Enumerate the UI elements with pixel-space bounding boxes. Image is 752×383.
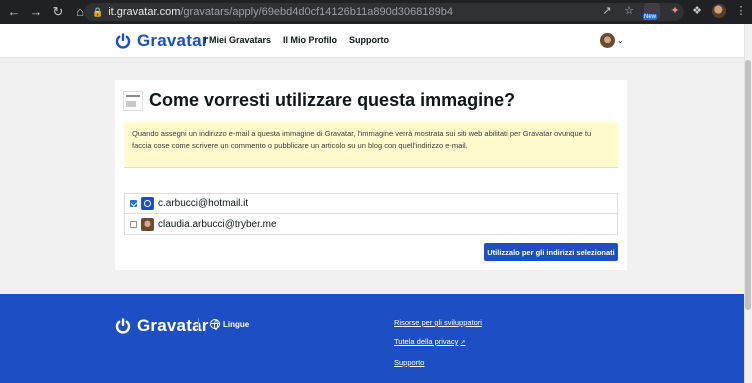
nav-my-profile[interactable]: Il Mio Profilo	[283, 35, 337, 45]
back-arrow-icon[interactable]: ←	[6, 4, 22, 20]
scrollbar-thumb[interactable]	[745, 60, 751, 310]
chevron-down-icon: ⌄	[617, 36, 624, 45]
info-notice: Quando assegni un indirizzo e-mail a que…	[124, 122, 618, 167]
email-checkbox-tryber[interactable]	[130, 220, 137, 228]
email-row-hotmail[interactable]: c.arbucci@hotmail.it	[125, 194, 617, 214]
footer-gravatar-logo[interactable]: Gravatar	[115, 316, 209, 336]
external-link-icon: ↗	[460, 340, 466, 346]
link-developer-resources[interactable]: Risorse per gli sviluppatori	[394, 318, 482, 327]
url-path: /gravatars/apply/69ebd4d0cf14126b11a890d…	[180, 6, 453, 18]
link-privacy[interactable]: Tutela della privacy ↗	[394, 337, 482, 348]
lock-icon: 🔒	[92, 6, 104, 17]
main-nav: I Miei Gravatars Il Mio Profilo Supporto	[204, 35, 389, 45]
email-list: c.arbucci@hotmail.it claudia.arbucci@try…	[124, 193, 618, 235]
email-row-tryber[interactable]: claudia.arbucci@tryber.me	[125, 214, 617, 234]
globe-icon	[210, 319, 220, 330]
site-header: Gravatar I Miei Gravatars Il Mio Profilo…	[0, 24, 744, 58]
card-heading: Come vorresti utilizzare questa immagine…	[123, 90, 515, 111]
url-host: it.gravatar.com	[108, 6, 181, 18]
gravatar-logo-icon	[115, 318, 131, 334]
logo-text: Gravatar	[137, 31, 209, 50]
nav-my-gravatars[interactable]: I Miei Gravatars	[204, 35, 271, 45]
site-footer: Gravatar Lingue Risorse per gli sviluppa…	[0, 294, 744, 383]
link-privacy-label: Tutela della privacy	[394, 337, 459, 346]
browser-toolbar: ← → ↻ ⌂ 🔒 it.gravatar.com/gravatars/appl…	[0, 0, 752, 24]
email-address: claudia.arbucci@tryber.me	[158, 218, 277, 230]
bookmark-star-icon[interactable]: ☆	[622, 4, 636, 18]
profile-avatar-icon[interactable]	[712, 4, 726, 18]
page-scrollbar[interactable]	[744, 24, 752, 383]
menu-kebab-icon[interactable]: ⋮	[734, 4, 748, 18]
divider	[124, 167, 618, 168]
share-icon[interactable]: ↗	[600, 4, 614, 18]
image-thumbnail	[123, 90, 143, 111]
avatar-photo-icon	[141, 217, 154, 231]
reload-icon[interactable]: ↻	[50, 4, 66, 20]
avatar	[600, 33, 615, 48]
page-title: Come vorresti utilizzare questa immagine…	[149, 90, 516, 110]
language-selector[interactable]: Lingue	[210, 319, 250, 330]
extension-color-icon[interactable]: ✦	[668, 4, 682, 18]
gravatar-logo-icon	[141, 197, 154, 210]
email-checkbox-hotmail[interactable]	[130, 200, 137, 207]
language-label: Lingue	[223, 319, 250, 329]
puzzle-extensions-icon[interactable]: ❖	[690, 4, 704, 18]
nav-support[interactable]: Supporto	[349, 35, 389, 45]
gravatar-logo[interactable]: Gravatar	[115, 31, 209, 51]
user-menu[interactable]: ⌄	[600, 33, 624, 48]
gravatar-logo-icon	[115, 33, 131, 49]
apply-selected-button[interactable]: Utilizzalo per gli indirizzi selezionati	[484, 243, 618, 261]
extension-icon[interactable]: New	[643, 3, 660, 20]
address-bar[interactable]: 🔒 it.gravatar.com/gravatars/apply/69ebd4…	[84, 3, 684, 21]
footer-links: Risorse per gli sviluppatori Tutela dell…	[394, 318, 482, 367]
link-support[interactable]: Supporto	[394, 358, 482, 367]
forward-arrow-icon[interactable]: →	[28, 4, 44, 20]
extension-new-badge: New	[643, 14, 658, 20]
email-address: c.arbucci@hotmail.it	[158, 198, 249, 209]
footer-separator	[198, 318, 199, 331]
url-text: it.gravatar.com/gravatars/apply/69ebd4d0…	[108, 6, 453, 18]
apply-image-card: Come vorresti utilizzare questa immagine…	[115, 80, 627, 270]
